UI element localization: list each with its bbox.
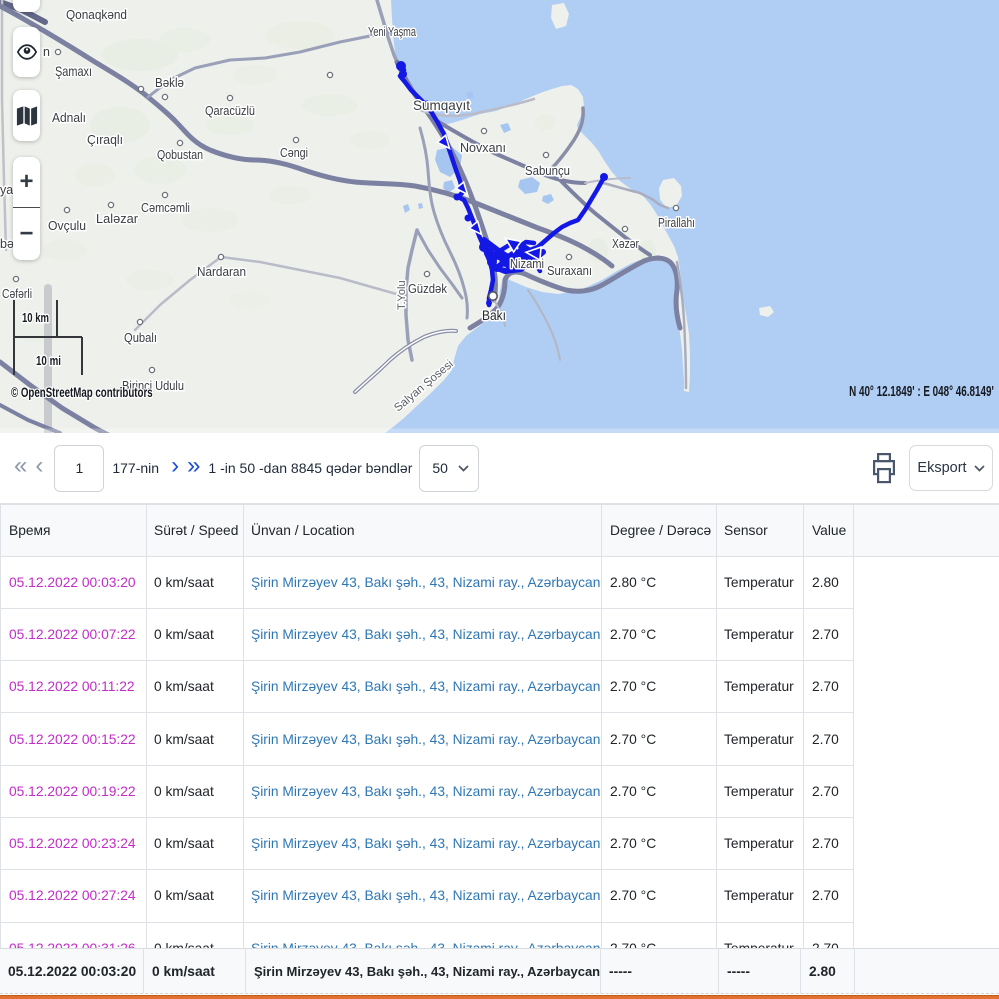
- svg-text:Şamaxı: Şamaxı: [55, 63, 92, 79]
- svg-text:Çıraqlı: Çıraqlı: [87, 133, 123, 147]
- svg-text:Ovçulu: Ovçulu: [48, 219, 86, 233]
- svg-text:Qobustan: Qobustan: [157, 148, 203, 162]
- svg-text:Qubalı: Qubalı: [124, 331, 157, 345]
- svg-text:Adnalı: Adnalı: [52, 111, 86, 125]
- svg-text:Qonaqkənd: Qonaqkənd: [66, 8, 127, 22]
- svg-text:Novxanı: Novxanı: [460, 141, 506, 155]
- svg-text:Cəngi: Cəngi: [280, 146, 308, 160]
- svg-text:10 mi: 10 mi: [36, 354, 61, 368]
- svg-text:Cəfərli: Cəfərli: [2, 287, 32, 301]
- svg-text:Laləzar: Laləzar: [96, 212, 138, 226]
- svg-text:Cəmcəmli: Cəmcəmli: [141, 201, 190, 215]
- svg-text:Sabunçu: Sabunçu: [525, 164, 570, 178]
- svg-text:Nardaran: Nardaran: [197, 265, 246, 279]
- svg-text:Qaracüzlü: Qaracüzlü: [205, 104, 255, 118]
- svg-text:n: n: [43, 45, 50, 59]
- svg-text:T.Yolu: T.Yolu: [396, 280, 408, 310]
- svg-text:Yeni Yaşma: Yeni Yaşma: [368, 25, 416, 39]
- svg-text:Xəzər: Xəzər: [612, 237, 639, 251]
- svg-text:Nizami: Nizami: [510, 257, 544, 271]
- svg-text:Suraxanı: Suraxanı: [547, 264, 592, 278]
- svg-text:Bakı: Bakı: [482, 308, 506, 323]
- svg-text:Sumqayıt: Sumqayıt: [413, 97, 470, 113]
- svg-text:Bəklə: Bəklə: [155, 76, 184, 90]
- svg-text:Pirallahı: Pirallahı: [658, 216, 695, 230]
- svg-text:10 km: 10 km: [22, 311, 49, 325]
- svg-text:Güzdək: Güzdək: [408, 282, 448, 296]
